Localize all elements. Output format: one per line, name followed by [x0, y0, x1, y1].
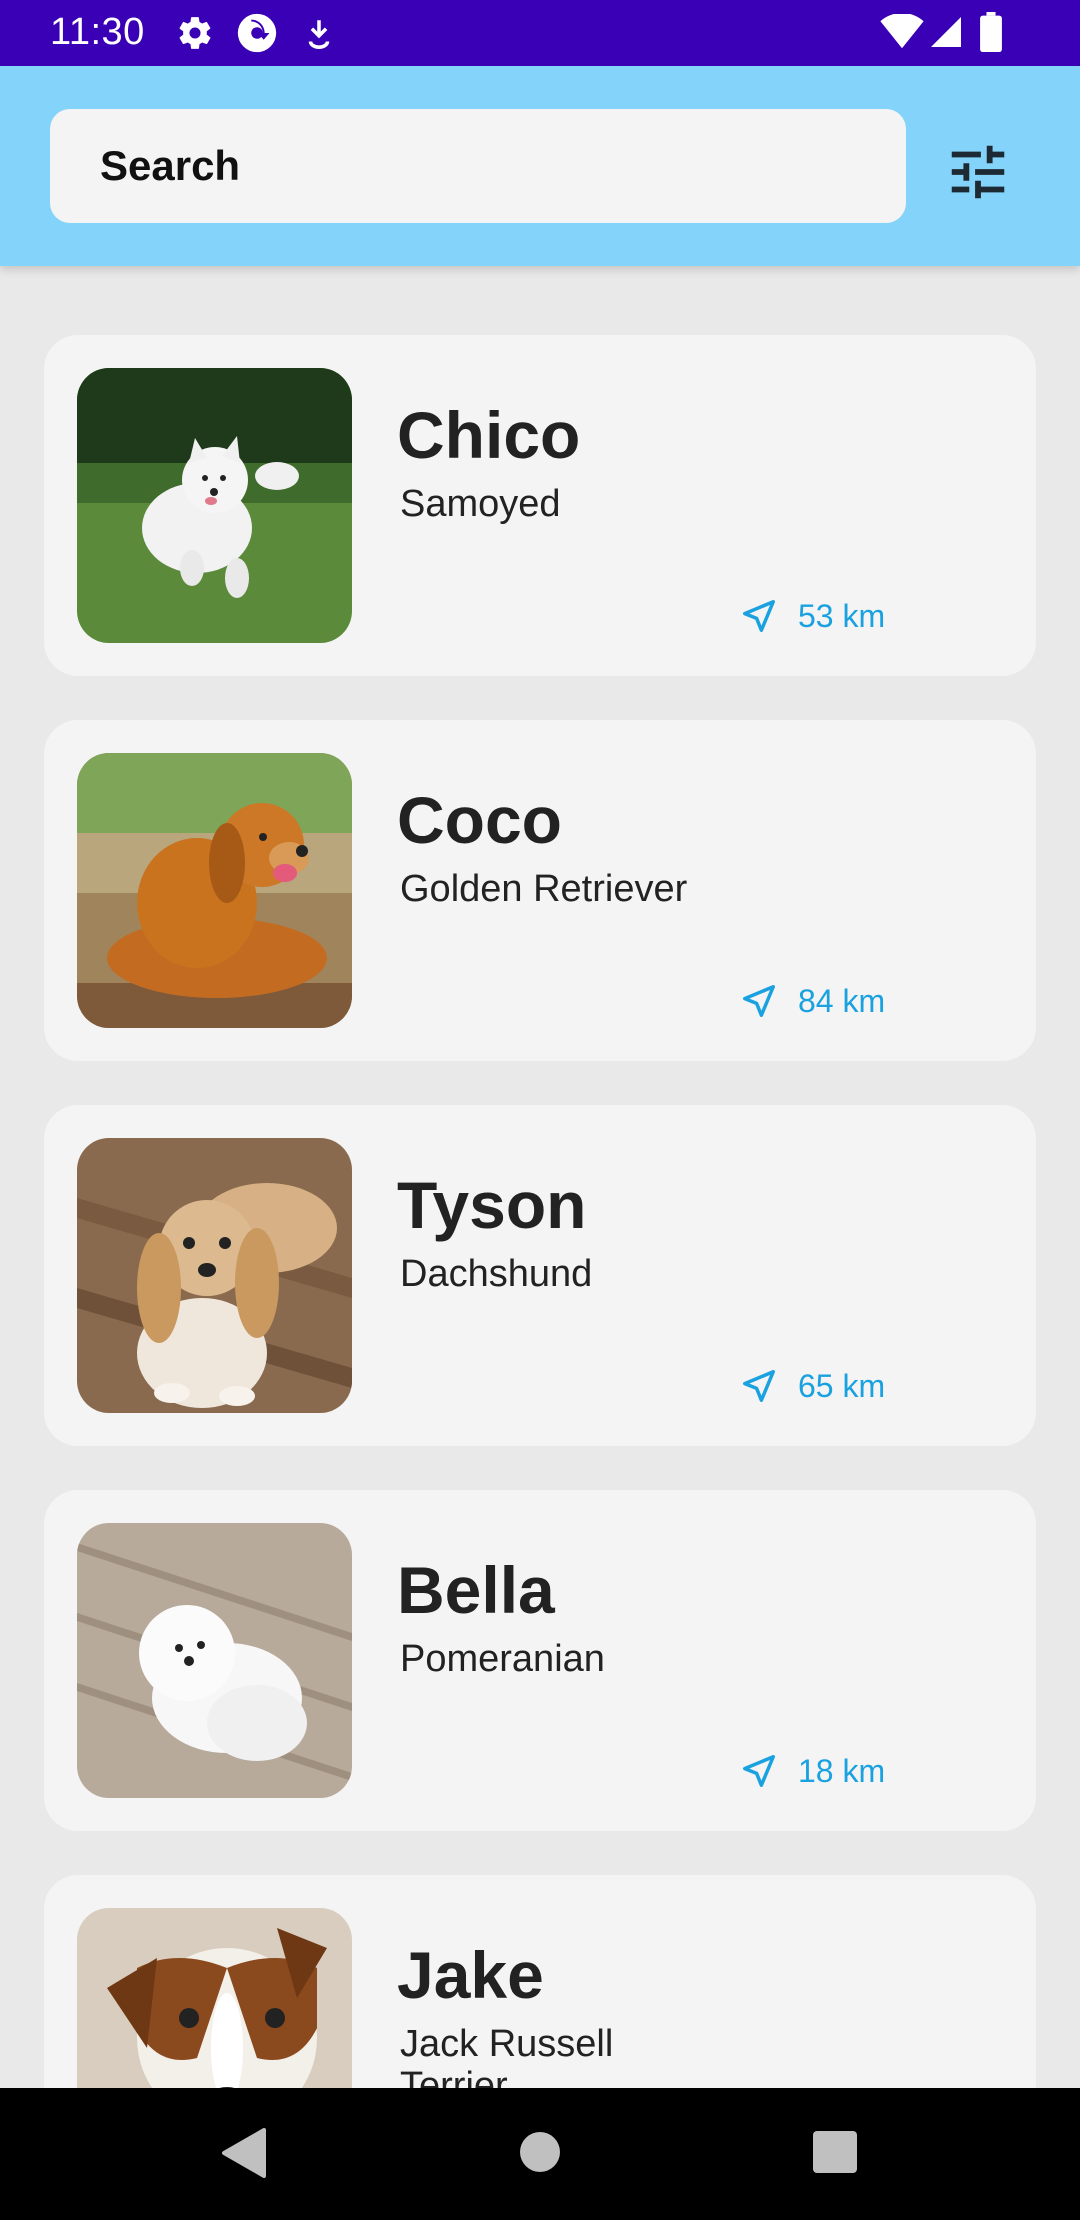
tune-icon [951, 145, 1005, 199]
dog-name: Coco [397, 783, 562, 857]
wifi-icon [880, 12, 924, 55]
status-bar: 11:30 [0, 0, 1080, 66]
sync-icon [234, 10, 280, 61]
navigation-icon [743, 1755, 775, 1787]
dog-distance: 84 km [740, 982, 885, 1020]
dog-card[interactable]: Chico Samoyed 53 km [44, 335, 1036, 676]
recents-icon [813, 2131, 857, 2173]
gear-icon [176, 14, 214, 57]
download-icon [302, 14, 336, 57]
dog-photo [77, 753, 352, 1028]
back-button[interactable] [220, 2128, 266, 2183]
dog-distance: 65 km [740, 1367, 885, 1405]
dog-breed: Dachshund [400, 1253, 593, 1295]
recents-button[interactable] [813, 2131, 857, 2178]
status-time: 11:30 [50, 11, 145, 53]
distance-label: 84 km [798, 982, 886, 1019]
distance-label: 53 km [798, 597, 886, 634]
dog-name: Tyson [397, 1168, 587, 1242]
dog-photo [77, 368, 352, 643]
dog-distance: 53 km [740, 597, 885, 635]
dog-name: Jake [397, 1938, 544, 2012]
navigation-icon [743, 600, 775, 632]
app-bar: Search [0, 66, 1080, 266]
home-icon [520, 2132, 560, 2172]
dog-photo [77, 1523, 352, 1798]
dog-photo [77, 1138, 352, 1413]
navigation-bar [0, 2088, 1080, 2220]
dog-breed: Samoyed [400, 483, 561, 525]
dog-name: Chico [397, 398, 581, 472]
navigation-icon [743, 1370, 775, 1402]
signal-icon [928, 14, 964, 55]
dog-card[interactable]: Tyson Dachshund 65 km [44, 1105, 1036, 1446]
dog-card[interactable]: Coco Golden Retriever 84 km [44, 720, 1036, 1061]
distance-label: 18 km [798, 1752, 886, 1789]
search-input[interactable]: Search [50, 109, 906, 223]
dog-breed: Golden Retriever [400, 868, 688, 910]
filter-button[interactable] [943, 137, 1013, 207]
back-icon [222, 2128, 266, 2178]
battery-icon [980, 12, 1002, 57]
home-button[interactable] [518, 2130, 562, 2179]
distance-label: 65 km [798, 1367, 886, 1404]
dog-card[interactable]: Bella Pomeranian 18 km [44, 1490, 1036, 1831]
search-placeholder: Search [100, 142, 241, 189]
dog-breed: Pomeranian [400, 1638, 605, 1680]
dog-name: Bella [397, 1553, 555, 1627]
navigation-icon [743, 985, 775, 1017]
dog-distance: 18 km [740, 1752, 885, 1790]
